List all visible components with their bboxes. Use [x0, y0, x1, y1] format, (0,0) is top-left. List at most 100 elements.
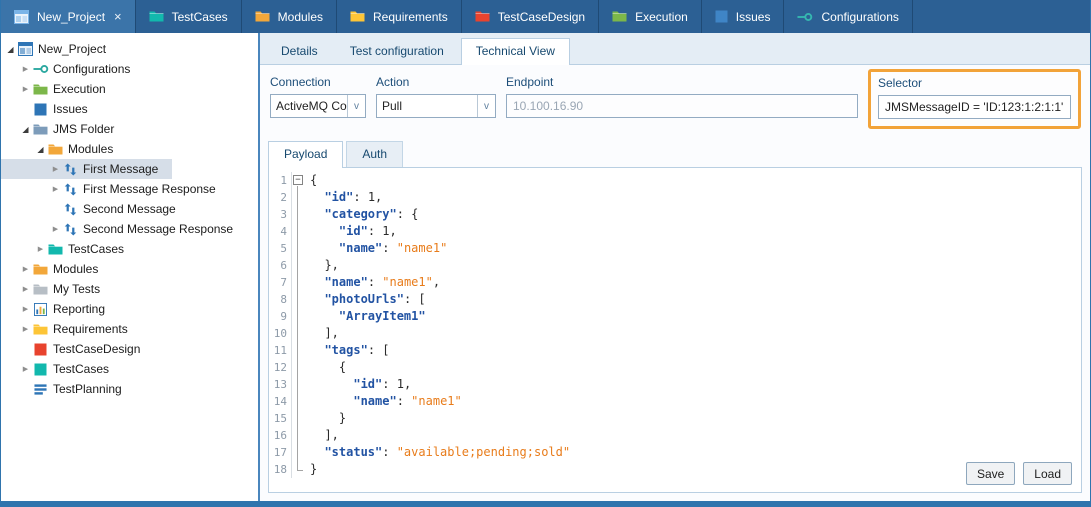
- selector-field: Selector: [878, 76, 1071, 119]
- collapse-arrow-icon[interactable]: [4, 45, 17, 54]
- tree-item-new-project[interactable]: New_Project: [1, 39, 120, 59]
- expand-arrow-icon[interactable]: [19, 325, 32, 333]
- code-text[interactable]: "id": 1,: [305, 376, 411, 393]
- code-text[interactable]: ],: [305, 325, 339, 342]
- endpoint-input[interactable]: [506, 94, 858, 118]
- line-number: 6: [271, 257, 292, 274]
- tree-item-testcases[interactable]: TestCases: [1, 239, 138, 259]
- connection-label: Connection: [270, 75, 366, 89]
- collapse-arrow-icon[interactable]: [19, 125, 32, 134]
- technical-view-content: Connection ActiveMQ Conne Action Pull: [260, 65, 1090, 501]
- folder-icon: [32, 263, 49, 276]
- tree-item-first-message-response[interactable]: First Message Response: [1, 179, 230, 199]
- line-number: 4: [271, 223, 292, 240]
- line-number: 18: [271, 461, 292, 478]
- expand-arrow-icon[interactable]: [19, 65, 32, 73]
- tab-payload[interactable]: Payload: [268, 141, 343, 168]
- code-text[interactable]: },: [305, 257, 339, 274]
- tree-item-modules[interactable]: Modules: [1, 259, 112, 279]
- tree-item-my-tests[interactable]: My Tests: [1, 279, 114, 299]
- code-text[interactable]: }: [305, 461, 317, 478]
- connection-select[interactable]: ActiveMQ Conne: [270, 94, 366, 118]
- code-text[interactable]: {: [305, 359, 346, 376]
- tab-details[interactable]: Details: [266, 38, 333, 64]
- code-text[interactable]: "name": "name1": [305, 393, 462, 410]
- folder-icon: [47, 143, 64, 156]
- expand-arrow-icon[interactable]: [19, 285, 32, 293]
- tree-item-modules[interactable]: Modules: [1, 139, 127, 159]
- tree-item-label: JMS Folder: [53, 122, 114, 136]
- top-tab-configurations[interactable]: Configurations: [784, 0, 912, 33]
- code-text[interactable]: "id": 1,: [305, 223, 397, 240]
- tab-technical-view[interactable]: Technical View: [461, 38, 570, 65]
- top-tab-requirements[interactable]: Requirements: [337, 0, 462, 33]
- code-text[interactable]: }: [305, 410, 346, 427]
- expand-arrow-icon[interactable]: [19, 85, 32, 93]
- expand-arrow-icon[interactable]: [49, 165, 62, 173]
- fold-guide: [292, 444, 305, 461]
- dropdown-arrow-icon[interactable]: [347, 95, 365, 117]
- tree-item-execution[interactable]: Execution: [1, 79, 120, 99]
- expand-arrow-icon[interactable]: [19, 365, 32, 373]
- tree-item-label: TestCases: [53, 362, 109, 376]
- tab-test-configuration[interactable]: Test configuration: [335, 38, 459, 64]
- code-text[interactable]: "id": 1,: [305, 189, 382, 206]
- top-tab-issues[interactable]: Issues: [702, 0, 785, 33]
- code-text[interactable]: {: [305, 172, 317, 189]
- line-number: 10: [271, 325, 292, 342]
- tab-auth[interactable]: Auth: [346, 141, 403, 167]
- top-tab-new-project[interactable]: New_Project×: [1, 0, 136, 33]
- tree-item-testcases[interactable]: TestCases: [1, 359, 123, 379]
- square-icon: [32, 103, 49, 116]
- close-tab-icon[interactable]: ×: [114, 10, 122, 23]
- line-number: 13: [271, 376, 292, 393]
- tree-item-configurations[interactable]: Configurations: [1, 59, 144, 79]
- fold-guide: [292, 376, 305, 393]
- expand-arrow-icon[interactable]: [19, 305, 32, 313]
- square-icon: [32, 343, 49, 356]
- code-text[interactable]: "status": "available;pending;sold": [305, 444, 570, 461]
- collapse-arrow-icon[interactable]: [34, 145, 47, 154]
- top-tab-execution[interactable]: Execution: [599, 0, 702, 33]
- line-number: 7: [271, 274, 292, 291]
- load-button[interactable]: Load: [1023, 462, 1072, 485]
- fold-guide: [292, 291, 305, 308]
- line-number: 9: [271, 308, 292, 325]
- fold-guide: [292, 325, 305, 342]
- code-line: 16 ],: [271, 427, 1081, 444]
- code-text[interactable]: "tags": [: [305, 342, 390, 359]
- endpoint-label: Endpoint: [506, 75, 858, 89]
- tree-item-requirements[interactable]: Requirements: [1, 319, 142, 339]
- save-button[interactable]: Save: [966, 462, 1015, 485]
- expand-arrow-icon[interactable]: [49, 185, 62, 193]
- code-text[interactable]: "photoUrls": [: [305, 291, 426, 308]
- selector-input[interactable]: [878, 95, 1071, 119]
- expand-arrow-icon[interactable]: [19, 265, 32, 273]
- expand-arrow-icon[interactable]: [49, 225, 62, 233]
- tree-item-second-message[interactable]: Second Message: [1, 199, 190, 219]
- tree-item-reporting[interactable]: Reporting: [1, 299, 119, 319]
- code-line: 2 "id": 1,: [271, 189, 1081, 206]
- top-tab-testcases[interactable]: TestCases: [136, 0, 242, 33]
- code-text[interactable]: "category": {: [305, 206, 418, 223]
- code-text[interactable]: ],: [305, 427, 339, 444]
- tree-item-issues[interactable]: Issues: [1, 99, 102, 119]
- dropdown-arrow-icon[interactable]: [477, 95, 495, 117]
- tree-item-testcasedesign[interactable]: TestCaseDesign: [1, 339, 154, 359]
- top-tab-modules[interactable]: Modules: [242, 0, 337, 33]
- fold-guide: [292, 410, 305, 427]
- tree-item-testplanning[interactable]: TestPlanning: [1, 379, 136, 399]
- tree-item-first-message[interactable]: First Message: [1, 159, 172, 179]
- tree-item-jms-folder[interactable]: JMS Folder: [1, 119, 128, 139]
- project-icon: [17, 42, 34, 56]
- code-text[interactable]: "ArrayItem1": [305, 308, 426, 325]
- code-text[interactable]: "name": "name1",: [305, 274, 440, 291]
- application-window: New_Project×TestCasesModulesRequirements…: [0, 0, 1091, 507]
- line-number: 5: [271, 240, 292, 257]
- fold-collapse-icon[interactable]: [292, 172, 305, 189]
- action-select[interactable]: Pull: [376, 94, 496, 118]
- tree-item-second-message-response[interactable]: Second Message Response: [1, 219, 247, 239]
- top-tab-testcasedesign[interactable]: TestCaseDesign: [462, 0, 599, 33]
- expand-arrow-icon[interactable]: [34, 245, 47, 253]
- code-text[interactable]: "name": "name1": [305, 240, 447, 257]
